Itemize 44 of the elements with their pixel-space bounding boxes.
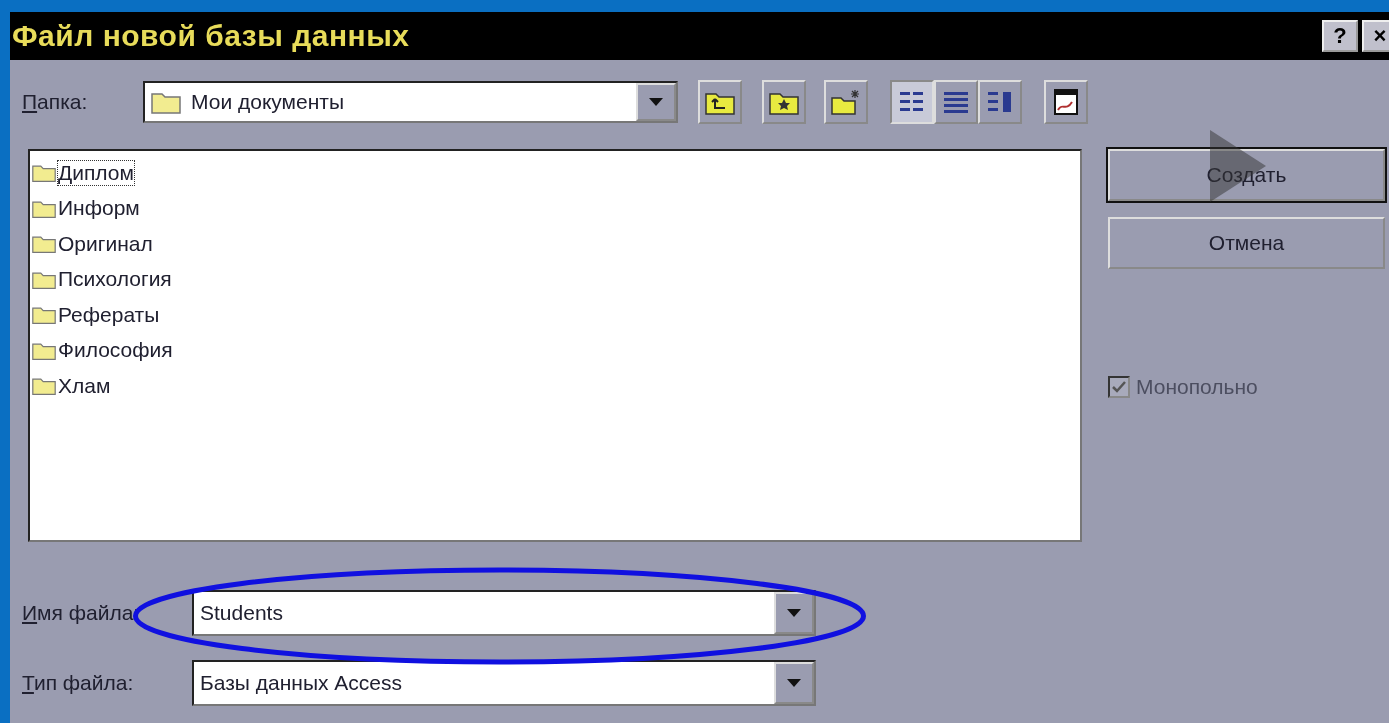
toolbar-button[interactable] [824, 80, 868, 124]
dropdown-button[interactable] [774, 662, 814, 704]
new-folder-icon [831, 89, 861, 115]
toolbar-button[interactable] [698, 80, 742, 124]
folder-item[interactable]: Оригинал [58, 231, 153, 256]
folder-name: Мои документы [191, 90, 345, 114]
folder-label: Папка: [22, 90, 89, 114]
dropdown-arrow-icon [787, 679, 801, 687]
toolbar-button[interactable] [890, 80, 934, 124]
help-button[interactable]: ? [1322, 20, 1358, 52]
check-icon [1112, 381, 1126, 393]
checkbox-label: Монопольно [1136, 375, 1258, 399]
folder-item[interactable]: Философия [58, 338, 173, 363]
folder-item[interactable]: Информ [58, 196, 140, 221]
folder-dropdown[interactable]: Мои документы [143, 81, 678, 123]
folder-icon [32, 305, 56, 325]
folder-icon [32, 376, 56, 396]
dropdown-button[interactable] [636, 83, 676, 121]
field-label: Тип файла: [22, 671, 135, 695]
folder-item[interactable]: Рефераты [58, 302, 160, 327]
combo-field[interactable]: Students [192, 590, 816, 636]
details-view-icon [942, 89, 970, 115]
preview-window-icon [1052, 88, 1080, 116]
close-button[interactable]: × [1362, 20, 1389, 52]
field-value: Students [199, 601, 284, 625]
toolbar-button[interactable] [762, 80, 806, 124]
field-value: Базы данных Access [199, 671, 404, 695]
cancel-button[interactable]: Отмена [1108, 217, 1385, 269]
folder-item[interactable]: Диплом [58, 160, 134, 185]
toolbar-button[interactable] [978, 80, 1022, 124]
folder-icon [32, 163, 56, 183]
toolbar-button[interactable] [934, 80, 978, 124]
field-label: Имя файла: [22, 601, 141, 625]
toolbar-button[interactable] [1044, 80, 1088, 124]
folder-icon [32, 234, 56, 254]
properties-view-icon [986, 89, 1014, 115]
window-title: Файл новой базы данных [12, 19, 410, 53]
folder-icon [151, 90, 181, 114]
folder-item[interactable]: Хлам [58, 373, 111, 398]
combo-field[interactable]: Базы данных Access [192, 660, 816, 706]
dropdown-button[interactable] [774, 592, 814, 634]
dropdown-arrow-icon [649, 98, 663, 106]
folder-item[interactable]: Психология [58, 267, 172, 292]
dropdown-arrow-icon [787, 609, 801, 617]
